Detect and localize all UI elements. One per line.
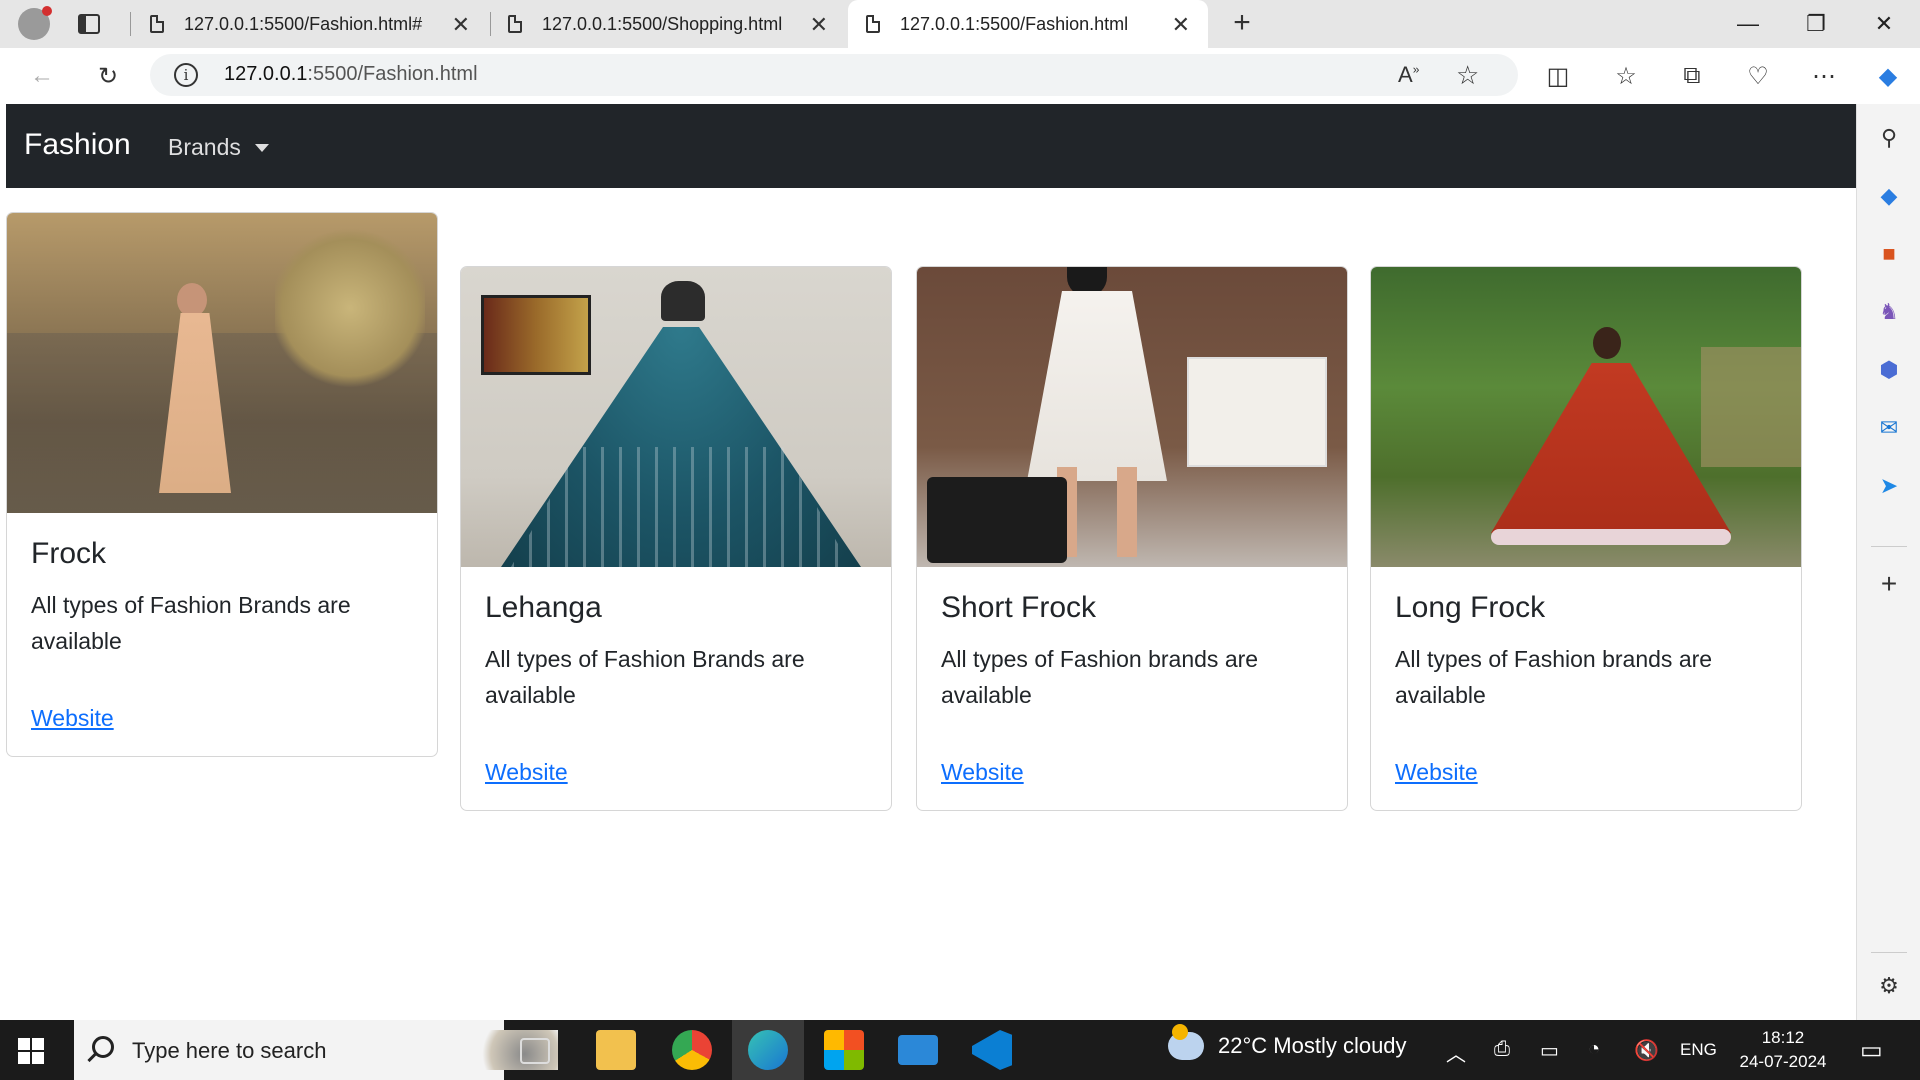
product-card: Short Frock All types of Fashion brands …: [916, 266, 1348, 811]
browser-toolbar: ← ↻ i 127.0.0.1:5500/Fashion.html A» ☆ ◫…: [0, 48, 1920, 104]
add-icon[interactable]: +: [1873, 568, 1905, 600]
website-link[interactable]: Website: [485, 759, 568, 785]
minimize-button[interactable]: —: [1716, 0, 1780, 48]
volume-muted-icon[interactable]: 🔇: [1634, 1038, 1659, 1063]
weather-widget[interactable]: 22°C Mostly cloudy: [1168, 1024, 1407, 1060]
microsoft-store-icon[interactable]: [824, 1030, 864, 1070]
cloudy-weather-icon: [1168, 1024, 1204, 1060]
card-title: Lehanga: [485, 591, 602, 624]
collections-icon[interactable]: ⧉: [1672, 56, 1712, 96]
product-card: Long Frock All types of Fashion brands a…: [1370, 266, 1802, 811]
tab-shopping[interactable]: 127.0.0.1:5500/Shopping.html ✕: [490, 0, 846, 48]
search-icon[interactable]: ⚲: [1873, 122, 1905, 154]
page-icon: [866, 15, 880, 33]
close-icon[interactable]: ✕: [810, 12, 828, 38]
navbar: Fashion Brands: [6, 104, 1856, 188]
settings-gear-icon[interactable]: ⚙: [1873, 970, 1905, 1002]
card-title: Frock: [31, 537, 106, 570]
refresh-icon[interactable]: ↻: [88, 56, 128, 96]
brands-dropdown-label: Brands: [168, 134, 241, 160]
microsoft365-icon[interactable]: ⬢: [1873, 354, 1905, 386]
page-icon: [150, 15, 164, 33]
more-options-icon[interactable]: ⋯: [1804, 56, 1844, 96]
clock-date: 24-07-2024: [1739, 1052, 1827, 1071]
close-icon[interactable]: ✕: [452, 12, 470, 38]
site-info-icon[interactable]: i: [174, 63, 198, 87]
edge-sidebar: ⚲ ◆ ■ ♞ ⬢ ✉ ➤ + ⚙: [1856, 104, 1920, 1020]
card-title: Long Frock: [1395, 591, 1546, 624]
caret-down-icon: [254, 143, 269, 152]
profile-avatar[interactable]: [18, 6, 52, 40]
back-arrow-icon[interactable]: ←: [22, 56, 62, 96]
weather-text: 22°C Mostly cloudy: [1218, 1033, 1407, 1058]
tab-strip: 127.0.0.1:5500/Fashion.html# ✕ 127.0.0.1…: [0, 0, 1920, 48]
read-aloud-icon[interactable]: A»: [1398, 62, 1419, 88]
tab-title: 127.0.0.1:5500/Shopping.html: [542, 13, 783, 34]
card-text: All types of Fashion brands are availabl…: [941, 646, 1259, 708]
language-indicator[interactable]: ENG: [1680, 1040, 1717, 1060]
website-link[interactable]: Website: [1395, 759, 1478, 785]
clock-time: 18:12: [1761, 1028, 1805, 1047]
navbar-brand[interactable]: Fashion: [24, 128, 131, 162]
favorites-icon[interactable]: ☆: [1606, 56, 1646, 96]
copilot-icon[interactable]: ◆: [1868, 56, 1908, 96]
search-placeholder: Type here to search: [132, 1038, 327, 1063]
lehanga-image: [461, 267, 891, 567]
drop-icon[interactable]: ➤: [1873, 470, 1905, 502]
url-text[interactable]: 127.0.0.1:5500/Fashion.html: [224, 63, 478, 86]
mail-icon[interactable]: [898, 1035, 938, 1065]
edge-icon[interactable]: [748, 1030, 788, 1070]
tab-title: 127.0.0.1:5500/Fashion.html#: [184, 13, 423, 34]
task-view-icon[interactable]: [520, 1038, 550, 1064]
notification-icon[interactable]: ▭: [1860, 1036, 1883, 1065]
taskbar-search[interactable]: Type here to search: [74, 1020, 558, 1080]
brands-dropdown[interactable]: Brands: [168, 134, 269, 161]
card-text: All types of Fashion Brands are availabl…: [485, 646, 805, 708]
wifi-icon[interactable]: ◔: [1588, 1038, 1600, 1061]
tab-actions-icon[interactable]: [78, 14, 100, 34]
close-window-button[interactable]: ✕: [1852, 0, 1916, 48]
card-text: All types of Fashion Brands are availabl…: [31, 592, 351, 654]
shopping-tag-icon[interactable]: ◆: [1873, 180, 1905, 212]
website-link[interactable]: Website: [31, 705, 114, 731]
clock[interactable]: 18:12 24-07-2024: [1728, 1026, 1838, 1074]
windows-start-icon[interactable]: [18, 1038, 44, 1064]
browser-essentials-icon[interactable]: ♡: [1738, 56, 1778, 96]
page-viewport: Fashion Brands Frock All types of Fashio…: [6, 104, 1856, 1020]
tab-fashion-hash[interactable]: 127.0.0.1:5500/Fashion.html# ✕: [132, 0, 488, 48]
url-path: :5500/Fashion.html: [307, 63, 478, 85]
chrome-icon[interactable]: [672, 1030, 712, 1070]
taskbar: Type here to search 22°C Mostly cloudy ︿…: [0, 1020, 1920, 1080]
vscode-icon[interactable]: [972, 1030, 1012, 1070]
restore-button[interactable]: ❐: [1784, 0, 1848, 48]
meet-now-icon[interactable]: ⎙: [1494, 1038, 1510, 1061]
sidebar-divider: [1871, 952, 1907, 953]
tab-separator: [130, 12, 131, 36]
url-host: 127.0.0.1: [224, 63, 308, 85]
games-icon[interactable]: ♞: [1873, 296, 1905, 328]
tab-fashion[interactable]: 127.0.0.1:5500/Fashion.html ✕: [848, 0, 1208, 48]
outlook-icon[interactable]: ✉: [1873, 412, 1905, 444]
page-icon: [508, 15, 522, 33]
address-bar[interactable]: i 127.0.0.1:5500/Fashion.html A» ☆: [150, 54, 1518, 96]
close-icon[interactable]: ✕: [1172, 12, 1190, 38]
tab-title: 127.0.0.1:5500/Fashion.html: [900, 13, 1129, 34]
battery-icon[interactable]: ▭: [1540, 1038, 1559, 1063]
website-link[interactable]: Website: [941, 759, 1024, 785]
long-frock-image: [1371, 267, 1801, 567]
sidebar-divider: [1871, 546, 1907, 547]
short-frock-image: [917, 267, 1347, 567]
favorite-star-icon[interactable]: ☆: [1456, 60, 1479, 91]
search-icon: [92, 1036, 114, 1058]
product-card: Lehanga All types of Fashion Brands are …: [460, 266, 892, 811]
chevron-up-icon[interactable]: ︿: [1446, 1038, 1466, 1067]
product-card: Frock All types of Fashion Brands are av…: [6, 212, 438, 757]
card-text: All types of Fashion brands are availabl…: [1395, 646, 1713, 708]
card-title: Short Frock: [941, 591, 1097, 624]
new-tab-button[interactable]: +: [1224, 6, 1260, 42]
frock-image: [7, 213, 437, 513]
split-screen-icon[interactable]: ◫: [1538, 56, 1578, 96]
file-explorer-icon[interactable]: [596, 1030, 636, 1070]
tools-icon[interactable]: ■: [1873, 238, 1905, 270]
